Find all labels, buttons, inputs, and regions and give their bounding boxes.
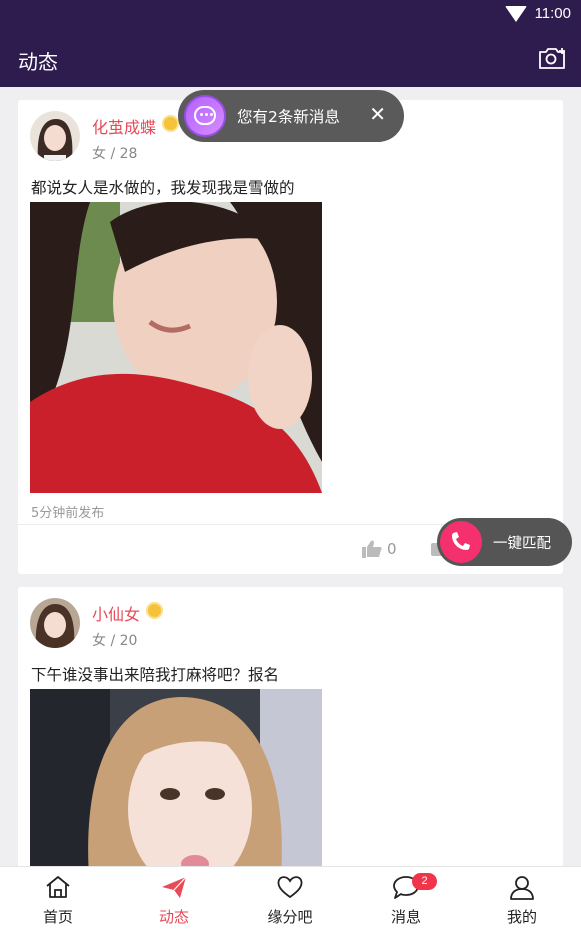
toast-text: 您有2条新消息 xyxy=(237,108,340,126)
post-time: 5分钟前发布 xyxy=(31,506,105,521)
post-card: 化茧成蝶 女 / 28 都说女人是水做的，我发现我是雪做的 5分钟前发布 0 xyxy=(18,100,563,574)
status-time: 11:00 xyxy=(534,5,571,22)
match-label: 一键匹配 xyxy=(493,536,551,552)
avatar[interactable] xyxy=(30,111,80,161)
like-count: 0 xyxy=(387,540,397,558)
nav-label: 我的 xyxy=(506,908,537,926)
home-icon xyxy=(46,876,70,898)
page-title: 动态 xyxy=(18,50,58,74)
post-photo[interactable] xyxy=(30,202,322,493)
nav-label: 首页 xyxy=(42,908,73,926)
user-meta: 女 / 28 xyxy=(92,146,138,162)
nav-item-fate[interactable]: 缘分吧 xyxy=(232,867,348,930)
username[interactable]: 小仙女 xyxy=(92,601,140,625)
user-meta: 女 / 20 xyxy=(92,633,138,649)
nav-label: 消息 xyxy=(390,908,421,926)
close-icon[interactable]: ✕ xyxy=(369,102,386,126)
like-button[interactable]: 0 xyxy=(362,540,397,558)
status-bar: 11:00 xyxy=(0,0,581,30)
nav-label: 缘分吧 xyxy=(267,908,313,926)
bottom-nav: 首页 动态 缘分吧 2 消息 我的 xyxy=(0,866,581,930)
thumbs-up-icon xyxy=(362,540,382,558)
nav-item-me[interactable]: 我的 xyxy=(464,867,580,930)
nav-label: 动态 xyxy=(158,908,189,926)
nav-item-home[interactable]: 首页 xyxy=(0,867,116,930)
chat-bubble-icon xyxy=(184,95,226,137)
new-message-toast[interactable]: 您有2条新消息 ✕ xyxy=(178,90,404,142)
nav-item-feed[interactable]: 动态 xyxy=(116,867,232,930)
camera-add-icon[interactable] xyxy=(537,44,567,72)
nav-item-messages[interactable]: 2 消息 xyxy=(348,867,464,930)
heart-icon xyxy=(277,876,303,899)
post-card: 小仙女 女 / 20 下午谁没事出来陪我打麻将吧？报名 xyxy=(18,587,563,887)
vip-badge-icon xyxy=(162,115,179,132)
app-bar: 动态 xyxy=(0,30,581,87)
wifi-icon xyxy=(504,5,527,22)
post-text: 都说女人是水做的，我发现我是雪做的 xyxy=(31,179,295,197)
avatar[interactable] xyxy=(30,598,80,648)
user-icon xyxy=(510,876,534,900)
paper-plane-icon xyxy=(162,876,187,898)
vip-badge-icon xyxy=(146,602,163,619)
post-photo[interactable] xyxy=(30,689,322,887)
post-text: 下午谁没事出来陪我打麻将吧？报名 xyxy=(31,666,280,684)
unread-badge: 2 xyxy=(412,873,437,890)
phone-icon xyxy=(440,521,482,563)
username[interactable]: 化茧成蝶 xyxy=(92,114,156,138)
one-tap-match-button[interactable]: 一键匹配 xyxy=(437,518,572,566)
